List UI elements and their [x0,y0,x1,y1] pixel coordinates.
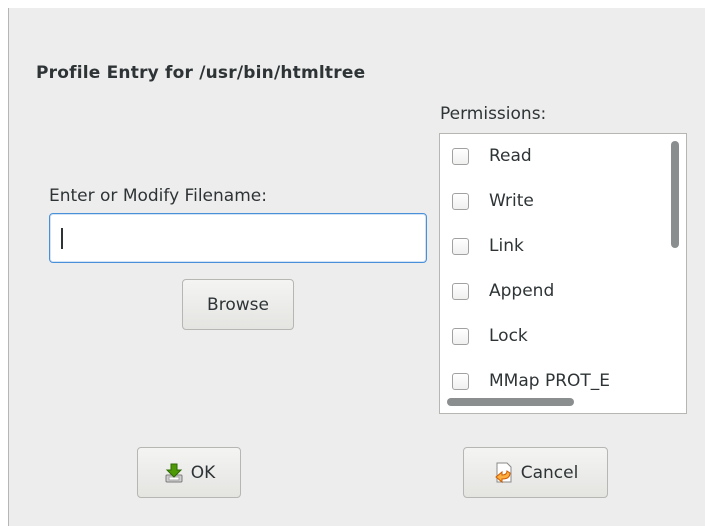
browse-button[interactable]: Browse [182,279,294,330]
permission-label: MMap PROT_E [489,371,611,391]
cancel-label: Cancel [520,462,579,483]
link-checkbox[interactable] [452,237,469,255]
filename-label: Enter or Modify Filename: [49,186,267,206]
permission-label: Read [489,146,532,166]
permission-label: Append [489,281,555,301]
permission-item-append[interactable]: Append [440,269,665,313]
ok-download-icon [163,462,185,484]
permission-label: Link [489,236,524,256]
mmap-prot-exec-checkbox[interactable] [452,372,469,390]
permission-label: Lock [489,326,528,346]
append-checkbox[interactable] [452,282,469,300]
permission-label: Write [489,191,534,211]
permissions-list[interactable]: Read Write Link Append Lock MMap PROT_E [439,133,687,414]
permissions-label: Permissions: [440,104,547,124]
filename-input[interactable] [49,213,427,263]
permission-item-write[interactable]: Write [440,179,665,223]
read-checkbox[interactable] [452,147,469,165]
permission-item-read[interactable]: Read [440,134,665,178]
vertical-scrollbar[interactable] [671,141,679,248]
profile-entry-dialog: Profile Entry for /usr/bin/htmltree Perm… [8,8,705,526]
permission-item-link[interactable]: Link [440,224,665,268]
write-checkbox[interactable] [452,192,469,210]
lock-checkbox[interactable] [452,327,469,345]
ok-label: OK [190,462,216,483]
dialog-title: Profile Entry for /usr/bin/htmltree [36,63,366,83]
cancel-button[interactable]: Cancel [463,447,608,498]
cancel-return-icon [493,462,515,484]
ok-button[interactable]: OK [137,447,241,498]
permission-item-lock[interactable]: Lock [440,314,665,358]
text-cursor [61,228,63,249]
permission-item-mmap-prot-exec[interactable]: MMap PROT_E [440,359,665,403]
horizontal-scrollbar[interactable] [447,398,574,406]
